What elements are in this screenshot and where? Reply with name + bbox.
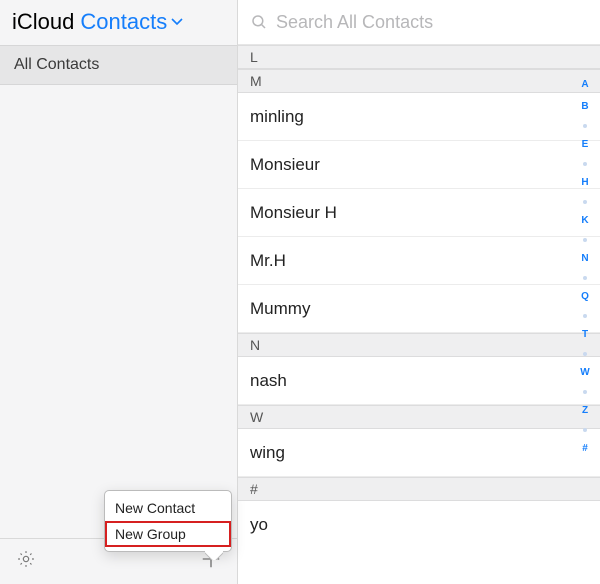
sidebar-item-all-contacts[interactable]: All Contacts: [0, 45, 237, 85]
alpha-dot: [583, 390, 587, 394]
alpha-index-letter[interactable]: #: [582, 444, 588, 454]
gear-icon: [16, 549, 36, 574]
alpha-index-letter[interactable]: W: [580, 368, 589, 378]
contact-list: LMminlingMonsieurMonsieur HMr.HMummyNnas…: [238, 45, 600, 584]
alpha-dot: [583, 200, 587, 204]
contacts-dropdown[interactable]: Contacts: [80, 9, 183, 35]
main-panel: LMminlingMonsieurMonsieur HMr.HMummyNnas…: [238, 0, 600, 584]
menu-item-new-group[interactable]: New Group: [105, 521, 231, 547]
alpha-index-letter[interactable]: Q: [581, 292, 589, 302]
search-icon: [250, 13, 268, 31]
menu-item-new-contact[interactable]: New Contact: [105, 495, 231, 521]
contact-row[interactable]: yo: [238, 501, 600, 549]
alpha-dot: [583, 428, 587, 432]
section-header: N: [238, 333, 600, 357]
contact-row[interactable]: minling: [238, 93, 600, 141]
sidebar-footer: New Contact New Group: [0, 538, 237, 584]
alpha-index: A B E H K N Q T W Z #: [576, 80, 594, 454]
settings-button[interactable]: [12, 548, 40, 576]
chevron-down-icon: [171, 18, 183, 26]
app-root: iCloud Contacts All Contacts: [0, 0, 600, 584]
section-header: #: [238, 477, 600, 501]
alpha-dot: [583, 238, 587, 242]
contact-row[interactable]: Monsieur: [238, 141, 600, 189]
section-header: M: [238, 69, 600, 93]
section-header: W: [238, 405, 600, 429]
alpha-index-letter[interactable]: H: [581, 178, 588, 188]
alpha-dot: [583, 162, 587, 166]
search-bar: [238, 0, 600, 45]
alpha-index-letter[interactable]: E: [582, 140, 589, 150]
add-menu-popover: New Contact New Group: [104, 490, 232, 552]
alpha-dot: [583, 314, 587, 318]
sidebar-spacer: [0, 85, 237, 538]
contact-row[interactable]: Mr.H: [238, 237, 600, 285]
alpha-index-letter[interactable]: Z: [582, 406, 588, 416]
alpha-index-letter[interactable]: T: [582, 330, 588, 340]
contact-row[interactable]: Mummy: [238, 285, 600, 333]
contact-row[interactable]: Monsieur H: [238, 189, 600, 237]
alpha-dot: [583, 276, 587, 280]
sidebar: iCloud Contacts All Contacts: [0, 0, 238, 584]
search-input[interactable]: [276, 12, 588, 33]
alpha-index-letter[interactable]: K: [581, 216, 588, 226]
alpha-dot: [583, 124, 587, 128]
app-title: iCloud: [12, 9, 74, 35]
alpha-index-letter[interactable]: B: [581, 102, 588, 112]
dropdown-label: Contacts: [80, 9, 167, 35]
alpha-index-letter[interactable]: A: [581, 80, 588, 90]
contact-row[interactable]: wing: [238, 429, 600, 477]
contact-row[interactable]: nash: [238, 357, 600, 405]
alpha-dot: [583, 352, 587, 356]
popover-caret: [205, 550, 223, 560]
alpha-index-letter[interactable]: N: [581, 254, 588, 264]
sidebar-header: iCloud Contacts: [0, 0, 237, 45]
section-header: L: [238, 45, 600, 69]
